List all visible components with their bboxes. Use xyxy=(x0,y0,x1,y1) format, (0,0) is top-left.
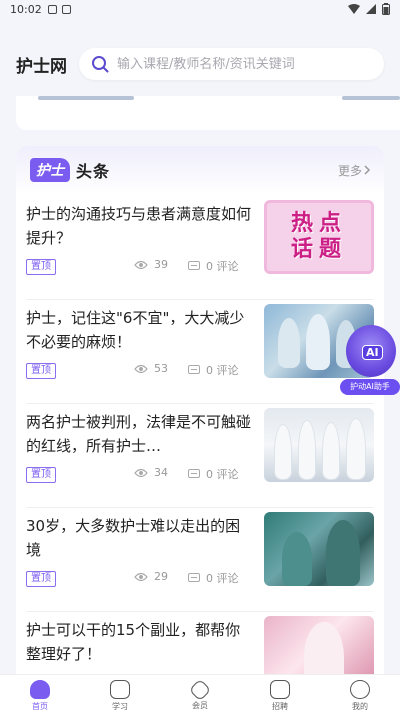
news-item[interactable]: 护士，记住这"6不宜"，大大减少不必要的麻烦！ 置顶 53 0 评论 xyxy=(26,300,374,404)
thumb-text-line1: 热点 xyxy=(290,211,347,236)
tab-home[interactable]: 首页 xyxy=(0,675,80,711)
status-right-icons xyxy=(348,3,390,15)
hot-topic-thumbnail[interactable]: 热点 话题 xyxy=(264,200,374,274)
status-time: 10:02 xyxy=(10,2,42,16)
news-item[interactable]: 30岁，大多数护士难以走出的困境 置顶 29 0 评论 xyxy=(26,508,374,612)
banner-indicator xyxy=(38,96,134,100)
pinned-tag: 置顶 xyxy=(26,259,56,275)
comment-count: 0 评论 xyxy=(188,466,239,482)
bottom-tab-bar: 首页 学习 会员 招聘 我的 xyxy=(0,674,400,711)
banner-indicator-2 xyxy=(342,96,400,100)
section-badge: 护士 xyxy=(30,158,70,182)
book-icon xyxy=(110,680,130,700)
header: 护士网 xyxy=(0,40,400,88)
banner-card-partial[interactable] xyxy=(16,96,384,130)
comment-icon xyxy=(188,573,200,582)
view-count: 53 xyxy=(134,362,168,375)
views-value: 34 xyxy=(154,466,168,479)
ai-assistant-label: 护动AI助手 xyxy=(340,379,400,395)
ai-avatar-icon: AI xyxy=(346,325,396,377)
comment-count: 0 评论 xyxy=(188,570,239,586)
home-icon xyxy=(30,680,50,700)
app-logo: 护士网 xyxy=(16,56,67,77)
comment-icon xyxy=(188,469,200,478)
briefcase-icon xyxy=(270,680,290,700)
view-count: 39 xyxy=(134,258,168,271)
news-thumbnail-image[interactable] xyxy=(264,408,374,482)
more-label: 更多 xyxy=(337,163,362,178)
headline-news-section: 护士 头条 更多 护士的沟通技巧与患者满意度如何提升？ 置顶 39 0 评论 热… xyxy=(16,146,384,706)
search-input[interactable] xyxy=(117,56,372,72)
news-title: 护士，记住这"6不宜"，大大减少不必要的麻烦！ xyxy=(26,309,245,351)
views-value: 53 xyxy=(154,362,168,375)
notification-icon xyxy=(47,4,57,14)
news-title: 30岁，大多数护士难以走出的困境 xyxy=(26,517,241,559)
news-item[interactable]: 护士的沟通技巧与患者满意度如何提升？ 置顶 39 0 评论 热点 话题 xyxy=(26,196,374,300)
views-value: 39 xyxy=(154,258,168,271)
eye-icon xyxy=(134,572,148,581)
tab-member[interactable]: 会员 xyxy=(160,675,240,711)
diamond-icon xyxy=(188,678,212,702)
more-link[interactable]: 更多 xyxy=(338,162,372,179)
tab-label: 学习 xyxy=(112,702,128,711)
tab-label: 我的 xyxy=(352,702,368,711)
tab-label: 首页 xyxy=(32,702,48,711)
pinned-tag: 置顶 xyxy=(26,571,56,587)
tab-jobs[interactable]: 招聘 xyxy=(240,675,320,711)
comment-icon xyxy=(188,365,200,374)
search-bar[interactable] xyxy=(79,48,384,80)
eye-icon xyxy=(134,260,148,269)
tab-label: 会员 xyxy=(192,701,208,710)
tab-study[interactable]: 学习 xyxy=(80,675,160,711)
comments-value: 0 评论 xyxy=(206,260,239,273)
news-title: 两名护士被判刑，法律是不可触碰的红线，所有护士… xyxy=(26,413,252,455)
section-header: 护士 头条 更多 xyxy=(16,146,384,194)
view-count: 29 xyxy=(134,570,168,583)
thumb-text-line2: 话题 xyxy=(290,237,347,262)
app-notification-icon xyxy=(61,4,71,14)
news-title: 护士的沟通技巧与患者满意度如何提升？ xyxy=(26,205,252,247)
pinned-tag: 置顶 xyxy=(26,467,56,483)
comment-icon xyxy=(188,261,200,270)
comments-value: 0 评论 xyxy=(206,572,239,585)
status-bar: 10:02 xyxy=(0,0,400,18)
view-count: 34 xyxy=(134,466,168,479)
eye-icon xyxy=(134,468,148,477)
comment-count: 0 评论 xyxy=(188,362,239,378)
pinned-tag: 置顶 xyxy=(26,363,56,379)
section-title: 头条 xyxy=(76,162,111,181)
views-value: 29 xyxy=(154,570,168,583)
comment-count: 0 评论 xyxy=(188,258,239,274)
news-item[interactable]: 两名护士被判刑，法律是不可触碰的红线，所有护士… 置顶 34 0 评论 xyxy=(26,404,374,508)
banner-card-next-partial[interactable] xyxy=(342,96,400,130)
wifi-icon xyxy=(348,4,360,14)
news-title: 护士可以干的15个副业，都帮你整理好了！ xyxy=(26,621,241,663)
search-icon xyxy=(92,56,109,73)
ai-assistant-button[interactable]: AI 护动AI助手 xyxy=(340,325,400,395)
chevron-right-icon xyxy=(364,165,371,175)
tab-label: 招聘 xyxy=(272,702,288,711)
signal-icon xyxy=(366,4,376,14)
comments-value: 0 评论 xyxy=(206,364,239,377)
eye-icon xyxy=(134,364,148,373)
news-thumbnail-image[interactable] xyxy=(264,512,374,586)
tab-profile[interactable]: 我的 xyxy=(320,675,400,711)
profile-icon xyxy=(350,680,370,700)
ai-badge: AI xyxy=(362,345,383,360)
battery-icon xyxy=(382,3,390,15)
comments-value: 0 评论 xyxy=(206,468,239,481)
